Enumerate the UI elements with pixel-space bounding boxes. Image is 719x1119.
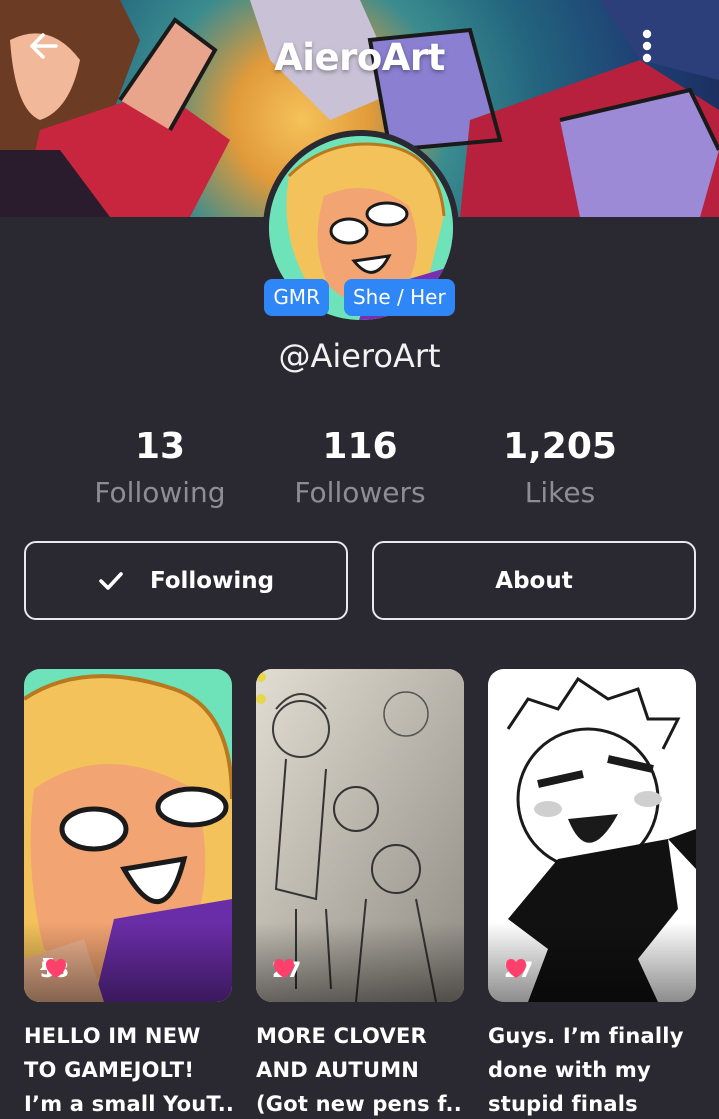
caption-line: stupid finals: [488, 1092, 638, 1116]
checkmark-icon: [99, 571, 123, 590]
stat-likes-label: Likes: [524, 476, 596, 509]
caption-line: I’m a small YouT...: [24, 1092, 232, 1116]
more-options-button[interactable]: [641, 28, 701, 88]
caption-line: TO GAMEJOLT!: [24, 1058, 195, 1082]
about-button[interactable]: About: [372, 541, 696, 620]
caption-line: HELLO IM NEW: [24, 1024, 201, 1048]
profile-tags: GMR She / Her: [0, 279, 719, 316]
post-thumbnail[interactable]: 53: [24, 669, 232, 1002]
stat-following-value: 13: [134, 426, 186, 467]
post-card[interactable]: 27 Guys. I’m finally done with my stupid…: [488, 669, 696, 1119]
stat-likes-value: 1,205: [503, 426, 617, 467]
page-title: AieroArt: [274, 36, 445, 79]
heart-icon: [273, 959, 295, 978]
stat-followers-value: 116: [322, 426, 398, 467]
caption-line: Guys. I’m finally: [488, 1024, 684, 1048]
stat-followers[interactable]: 116 Followers: [260, 425, 460, 517]
tag-gmr: GMR: [264, 279, 329, 316]
caption-line: AND AUTUMN: [256, 1058, 420, 1082]
username: @AieroArt: [278, 337, 441, 375]
post-card[interactable]: 53 HELLO IM NEW TO GAMEJOLT! I’m a small…: [24, 669, 232, 1119]
post-caption[interactable]: Guys. I’m finally done with my stupid fi…: [488, 1019, 696, 1119]
tag-pronouns: She / Her: [343, 279, 455, 316]
stat-followers-label: Followers: [294, 476, 426, 509]
post-thumbnail[interactable]: 27: [256, 669, 464, 1002]
caption-line: done with my: [488, 1058, 651, 1082]
following-button-label: Following: [149, 567, 275, 594]
post-likes: 27: [272, 958, 301, 982]
post-card[interactable]: 27 MORE CLOVER AND AUTUMN (Got new pens …: [256, 669, 464, 1119]
caption-line: (Got new pens f...: [256, 1092, 464, 1116]
profile-stats: 13 Following 116 Followers 1,205 Likes: [0, 425, 719, 515]
post-likes: 27: [504, 958, 533, 982]
stat-following-label: Following: [94, 476, 226, 509]
more-vertical-icon: [642, 29, 652, 63]
stat-following[interactable]: 13 Following: [60, 425, 260, 517]
heart-icon: [45, 959, 67, 978]
caption-line: MORE CLOVER: [256, 1024, 427, 1048]
post-caption[interactable]: HELLO IM NEW TO GAMEJOLT! I’m a small Yo…: [24, 1019, 232, 1119]
about-button-label: About: [495, 567, 573, 594]
heart-icon: [505, 959, 527, 978]
following-button[interactable]: Following: [24, 541, 348, 620]
post-thumbnail[interactable]: 27: [488, 669, 696, 1002]
stat-likes[interactable]: 1,205 Likes: [460, 425, 660, 517]
post-likes: 53: [40, 958, 69, 982]
post-caption[interactable]: MORE CLOVER AND AUTUMN (Got new pens f..…: [256, 1019, 464, 1119]
